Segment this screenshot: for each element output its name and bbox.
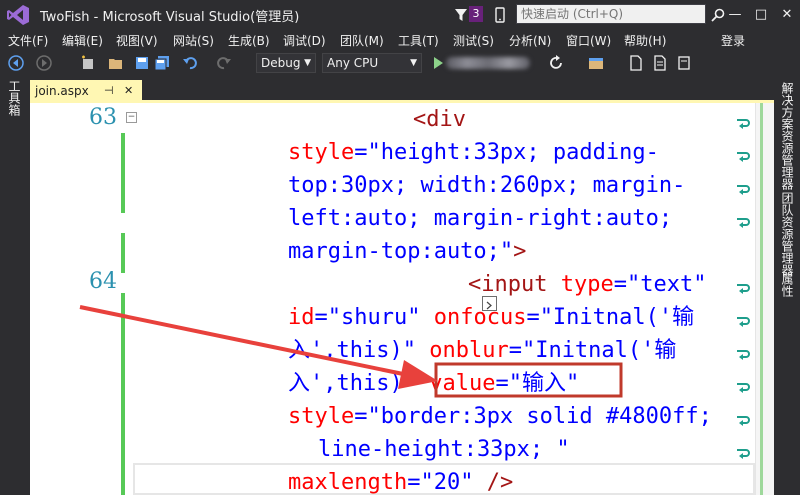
change-marker-track	[760, 103, 763, 495]
minimize-button[interactable]: —	[722, 4, 748, 26]
code-line: style="border:3px solid #4800ff;	[288, 404, 712, 429]
solution-config-value: Debug	[261, 56, 301, 70]
save-icon[interactable]	[134, 55, 150, 71]
phone-icon[interactable]	[493, 7, 507, 23]
toolbox-tab[interactable]: 工具箱	[6, 80, 23, 116]
bookmark-icon[interactable]	[676, 55, 692, 71]
vertical-scrollbar[interactable]	[755, 103, 774, 495]
change-bar	[121, 133, 125, 213]
back-icon[interactable]	[8, 55, 24, 71]
code-line: <input type="text"	[468, 272, 707, 297]
menu-edit[interactable]: 编辑(E)	[62, 32, 103, 49]
filter-icon[interactable]	[454, 8, 468, 22]
menu-help[interactable]: 帮助(H)	[624, 32, 666, 49]
undo-icon[interactable]	[182, 55, 198, 71]
document-icon[interactable]	[628, 55, 644, 71]
menu-build[interactable]: 生成(B)	[228, 32, 270, 49]
line-number-63: 63	[89, 105, 117, 130]
chevron-down-icon: ▼	[304, 58, 311, 68]
new-project-icon[interactable]	[80, 55, 96, 71]
notification-badge[interactable]: 3	[469, 6, 483, 22]
platform-value: Any CPU	[327, 56, 379, 70]
menu-website[interactable]: 网站(S)	[173, 32, 214, 49]
code-line: <div	[413, 107, 466, 132]
code-editor[interactable]: 63 64 − <div style="height:33px; padding…	[30, 103, 774, 495]
login-link[interactable]: 登录	[721, 32, 745, 49]
code-line: left:auto; margin-right:auto;	[288, 206, 673, 231]
collapse-toggle[interactable]: −	[126, 112, 137, 123]
word-wrap-icon	[737, 449, 750, 459]
code-line: top:30px; width:260px; margin-	[288, 173, 686, 198]
code-line: margin-top:auto;">	[288, 239, 527, 264]
menu-team[interactable]: 团队(M)	[340, 32, 384, 49]
word-wrap-icon	[737, 185, 750, 195]
standard-toolbar: Debug ▼ Any CPU ▼	[0, 50, 800, 76]
word-wrap-icon	[737, 152, 750, 162]
change-bar	[121, 293, 125, 495]
team-explorer-tab[interactable]: 团队资源管理器	[779, 192, 796, 276]
vs-logo-icon	[7, 5, 29, 25]
open-icon[interactable]	[108, 55, 124, 71]
menu-view[interactable]: 视图(V)	[116, 32, 158, 49]
right-tool-strip: 解决方案资源管理器 团队资源管理器 属性	[774, 78, 800, 495]
menu-analyze[interactable]: 分析(N)	[509, 32, 551, 49]
word-wrap-icon	[737, 218, 750, 228]
code-line: 入',this) value="输入"	[288, 371, 580, 396]
maximize-button[interactable]: □	[748, 4, 774, 26]
tab-join-aspx[interactable]: join.aspx ⊣ ✕	[30, 80, 142, 102]
word-wrap-icon	[737, 350, 750, 360]
start-target-blurred[interactable]	[446, 57, 530, 69]
title-bar: TwoFish - Microsoft Visual Studio(管理员) 3…	[0, 0, 800, 30]
menu-bar: 文件(F) 编辑(E) 视图(V) 网站(S) 生成(B) 调试(D) 团队(M…	[0, 30, 800, 50]
redo-icon[interactable]	[216, 55, 232, 71]
refresh-icon[interactable]	[548, 55, 564, 71]
window-title: TwoFish - Microsoft Visual Studio(管理员)	[40, 10, 300, 25]
chevron-down-icon: ▼	[410, 58, 417, 68]
menu-window[interactable]: 窗口(W)	[566, 32, 611, 49]
change-bar	[121, 233, 125, 273]
code-line: line-height:33px; "	[318, 437, 570, 462]
smart-tag-icon[interactable]	[482, 296, 497, 311]
word-wrap-icon	[737, 383, 750, 393]
menu-debug[interactable]: 调试(D)	[283, 32, 326, 49]
menu-test[interactable]: 测试(S)	[453, 32, 494, 49]
properties-tab[interactable]: 属性	[779, 273, 796, 297]
solution-config-dropdown[interactable]: Debug ▼	[256, 53, 316, 73]
platform-dropdown[interactable]: Any CPU ▼	[322, 53, 422, 73]
pin-icon[interactable]: ⊣	[104, 80, 114, 102]
save-all-icon[interactable]	[154, 55, 170, 71]
solution-explorer-tab[interactable]: 解决方案资源管理器	[779, 82, 796, 190]
close-icon[interactable]: ✕	[124, 80, 133, 102]
tab-label: join.aspx	[35, 84, 89, 98]
code-line: style="height:33px; padding-	[288, 140, 659, 165]
code-line: 入',this)" onblur="Initnal('输	[288, 338, 677, 363]
word-wrap-icon	[737, 317, 750, 327]
menu-file[interactable]: 文件(F)	[8, 32, 48, 49]
left-tool-strip: 工具箱	[0, 78, 26, 495]
word-wrap-icon	[737, 119, 750, 129]
word-wrap-icon	[737, 284, 750, 294]
line-number-64: 64	[89, 269, 117, 294]
menu-tools[interactable]: 工具(T)	[398, 32, 439, 49]
browser-icon[interactable]	[588, 55, 604, 71]
code-line: maxlength="20" />	[288, 470, 514, 495]
quick-launch-input[interactable]	[516, 4, 706, 24]
start-icon[interactable]	[430, 55, 446, 71]
close-button[interactable]: ✕	[774, 4, 800, 26]
word-wrap-icon	[737, 416, 750, 426]
comment-icon[interactable]	[652, 55, 668, 71]
forward-icon[interactable]	[36, 55, 52, 71]
